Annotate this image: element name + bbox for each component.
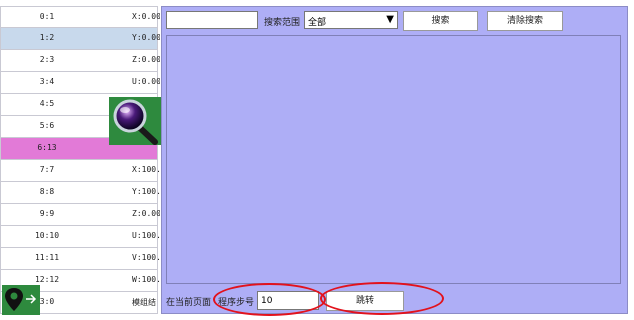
- step-index: 2:3: [39, 55, 55, 64]
- step-row[interactable]: 2:3 Z:0.00: [0, 50, 160, 72]
- clear-search-button[interactable]: 清除搜索: [487, 11, 563, 31]
- step-command: Z:0.00: [132, 55, 160, 64]
- magnifier-button[interactable]: [109, 97, 161, 145]
- step-command: Y:0.00: [132, 33, 160, 42]
- step-index: 1:2: [39, 33, 55, 42]
- step-row[interactable]: 9:9 Z:0.00: [0, 204, 160, 226]
- step-index: 5:6: [39, 121, 55, 130]
- step-row[interactable]: 10:10 U:100.: [0, 226, 160, 248]
- step-index: 12:12: [34, 275, 60, 284]
- search-scope-label: 搜索范围: [264, 18, 301, 28]
- step-index: 11:11: [34, 253, 60, 262]
- step-index: 0:1: [39, 12, 55, 21]
- step-row[interactable]: 0:1 X:0.00: [0, 6, 160, 28]
- search-scope-select[interactable]: 全部 ▼: [304, 11, 398, 29]
- step-command: X:100.: [132, 165, 160, 174]
- step-index: 7:7: [39, 165, 55, 174]
- annotation-ellipse: [320, 282, 444, 315]
- search-input[interactable]: [166, 11, 258, 29]
- step-index: 6:13: [37, 143, 57, 152]
- step-command: V:100.: [132, 253, 160, 262]
- step-row-selected[interactable]: 1:2 Y:0.00: [0, 28, 160, 50]
- step-index: 10:10: [34, 231, 60, 240]
- step-index: 9:9: [39, 209, 55, 218]
- step-command: W:100.: [132, 275, 160, 284]
- step-list: 0:1 X:0.00 1:2 Y:0.00 2:3 Z:0.00 3:4 U:0.00 …: [0, 6, 160, 314]
- step-command: U:100.: [132, 231, 160, 240]
- current-page-label: 在当前页面: [166, 298, 212, 308]
- step-index: 8:8: [39, 187, 55, 196]
- step-row[interactable]: 3:4 U:0.00: [0, 72, 160, 94]
- location-pin-icon: [5, 288, 37, 311]
- search-button[interactable]: 搜索: [403, 11, 478, 31]
- annotation-ellipse: [213, 283, 326, 316]
- step-command: U:0.00: [132, 77, 160, 86]
- step-index: 4:5: [39, 99, 55, 108]
- search-results-area[interactable]: [166, 35, 621, 284]
- location-button[interactable]: [2, 285, 40, 315]
- step-row[interactable]: 11:11 V:100.: [0, 248, 160, 270]
- step-row[interactable]: 7:7 X:100.: [0, 160, 160, 182]
- search-scope-value: 全部: [308, 18, 327, 28]
- step-command: 模组结: [132, 298, 156, 307]
- dropdown-arrow-icon: ▼: [386, 14, 394, 25]
- step-command: X:0.00: [132, 12, 160, 21]
- magnifier-icon: [113, 99, 158, 145]
- step-command: Y:100.: [132, 187, 160, 196]
- step-row[interactable]: 8:8 Y:100.: [0, 182, 160, 204]
- step-index: 3:4: [39, 77, 55, 86]
- step-command: Z:0.00: [132, 209, 160, 218]
